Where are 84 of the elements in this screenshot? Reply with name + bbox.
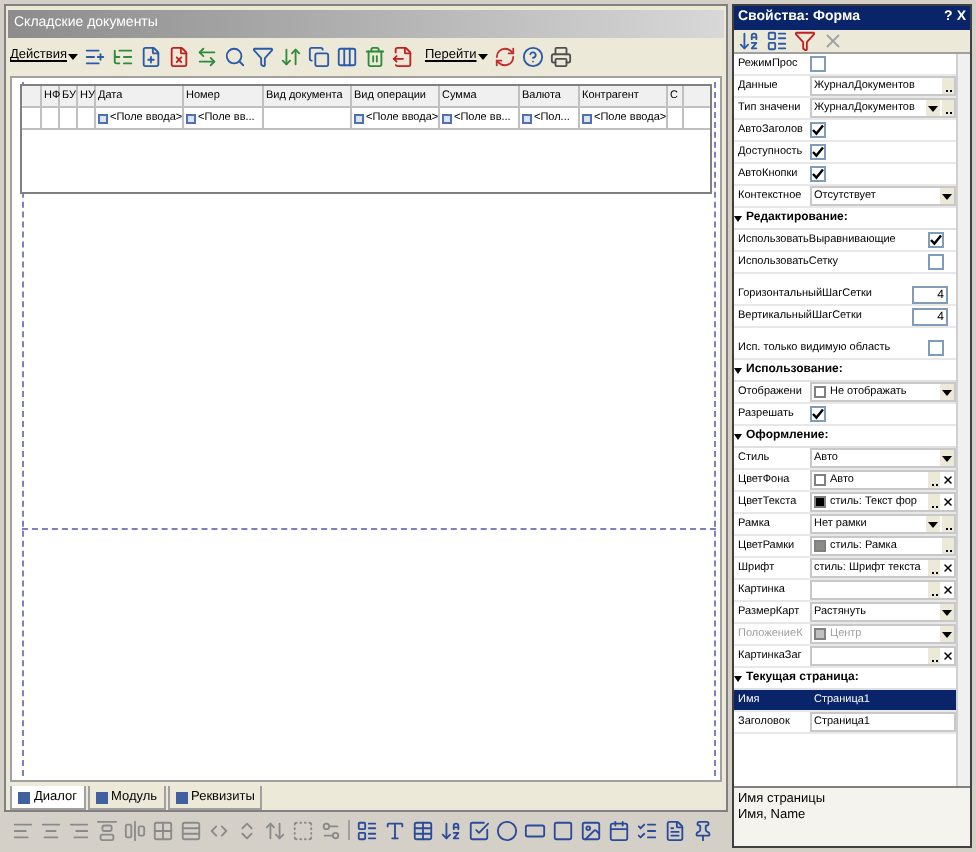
field-icon <box>442 113 452 123</box>
property-value-field[interactable] <box>810 580 956 600</box>
file-delete-icon[interactable] <box>168 45 191 67</box>
table-icon[interactable] <box>412 819 434 841</box>
help-icon[interactable] <box>522 45 545 67</box>
categories-icon[interactable] <box>766 30 788 52</box>
caret-icon <box>68 53 79 59</box>
caret-icon <box>928 521 938 527</box>
caret-icon <box>942 631 952 637</box>
clear-icon[interactable] <box>942 562 954 574</box>
checkbox[interactable] <box>810 166 826 182</box>
ellipsis-icon[interactable] <box>942 538 954 554</box>
caret-icon <box>942 193 952 199</box>
checkbox[interactable] <box>810 56 826 72</box>
checkbox[interactable] <box>810 144 826 160</box>
caret-icon <box>942 389 952 395</box>
clear-icon[interactable] <box>942 496 954 508</box>
dropdown-button[interactable] <box>940 384 954 400</box>
printer-icon[interactable] <box>550 45 573 67</box>
clear-icon[interactable] <box>942 584 954 596</box>
dropdown-button[interactable] <box>926 516 940 532</box>
file-add-icon[interactable] <box>140 45 163 67</box>
caret-icon <box>928 105 938 111</box>
list-add-icon[interactable] <box>84 45 107 67</box>
property-value-field[interactable] <box>810 646 956 666</box>
tab-icon <box>95 791 107 803</box>
ellipsis-icon[interactable] <box>928 648 940 664</box>
copy-icon[interactable] <box>308 45 331 67</box>
scrollbar[interactable] <box>956 54 970 786</box>
dropdown-button[interactable] <box>926 100 940 116</box>
checkbox[interactable] <box>810 122 826 138</box>
collapse-icon[interactable] <box>734 367 742 373</box>
field-icon <box>354 113 364 123</box>
caret-icon <box>478 53 489 59</box>
tab-icon <box>175 791 188 803</box>
radio-icon[interactable] <box>496 819 518 841</box>
checkbox[interactable] <box>928 340 944 356</box>
frame-icon[interactable] <box>552 819 574 841</box>
clear-icon[interactable] <box>942 650 954 662</box>
tab-icon <box>18 791 30 803</box>
text-icon[interactable] <box>384 819 406 841</box>
trash-icon[interactable] <box>364 45 387 67</box>
checkbox[interactable] <box>928 232 944 248</box>
field-icon <box>186 113 196 123</box>
checklist-icon[interactable] <box>636 819 658 841</box>
swap-icon[interactable] <box>196 45 219 67</box>
ellipsis-icon[interactable] <box>942 78 954 94</box>
document-icon[interactable] <box>664 819 686 841</box>
field-icon[interactable] <box>524 819 546 841</box>
collapse-icon[interactable] <box>734 675 742 681</box>
export-icon[interactable] <box>392 45 415 67</box>
sort-icon[interactable] <box>738 30 760 52</box>
dropdown-button[interactable] <box>940 450 954 466</box>
filter-icon[interactable] <box>252 45 275 67</box>
filter-icon[interactable] <box>794 30 816 52</box>
pin-icon[interactable] <box>692 819 714 841</box>
refresh-icon[interactable] <box>494 45 517 67</box>
caret-icon <box>942 609 952 615</box>
ellipsis-icon[interactable] <box>928 494 940 510</box>
calendar-icon[interactable] <box>608 819 630 841</box>
field-icon <box>522 113 532 123</box>
collapse-icon[interactable] <box>734 215 742 221</box>
checkbox-icon[interactable] <box>468 819 490 841</box>
ellipsis-icon[interactable] <box>928 560 940 576</box>
clear-icon[interactable] <box>942 474 954 486</box>
ellipsis-icon[interactable] <box>942 100 954 116</box>
sort-icon[interactable] <box>440 819 462 841</box>
columns-icon[interactable] <box>336 45 359 67</box>
field-icon <box>582 113 592 123</box>
ellipsis-icon[interactable] <box>928 582 940 598</box>
dropdown-button[interactable] <box>940 188 954 204</box>
ellipsis-icon[interactable] <box>928 472 940 488</box>
search-icon[interactable] <box>224 45 247 67</box>
sort-icon[interactable] <box>280 45 303 67</box>
image-icon[interactable] <box>580 819 602 841</box>
dropdown-button[interactable] <box>940 604 954 620</box>
collapse-icon[interactable] <box>734 433 742 439</box>
caret-icon <box>942 455 952 461</box>
tree-icon[interactable] <box>112 45 135 67</box>
list-icon[interactable] <box>356 819 378 841</box>
checkbox[interactable] <box>928 254 944 270</box>
field-icon <box>98 113 108 123</box>
ellipsis-icon[interactable] <box>942 516 954 532</box>
checkbox[interactable] <box>810 406 826 422</box>
